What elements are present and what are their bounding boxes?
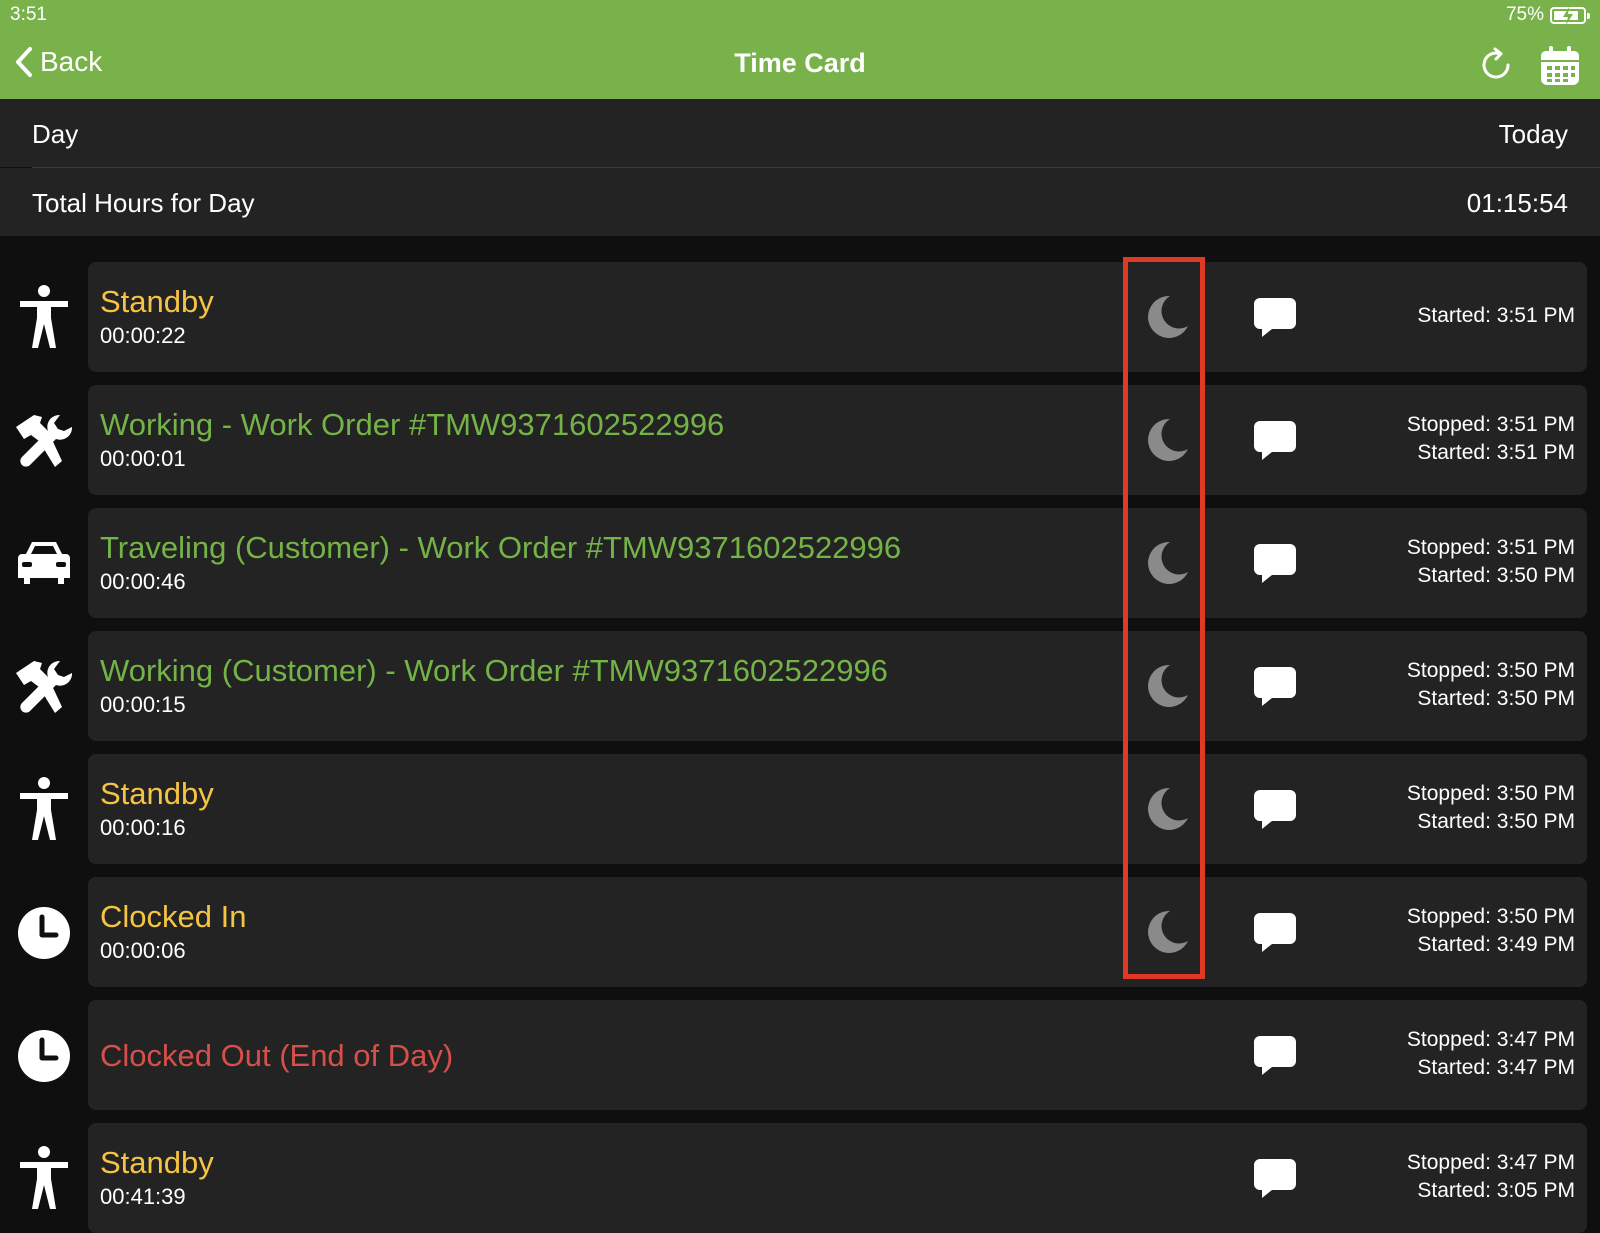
refresh-icon[interactable] <box>1476 45 1516 85</box>
entry-times: Stopped: 3:50 PM Started: 3:49 PM <box>1407 903 1575 959</box>
comment-icon[interactable] <box>1252 541 1298 585</box>
time-entry-card[interactable]: Working (Customer) - Work Order #TMW9371… <box>88 631 1587 741</box>
tools-icon <box>12 651 76 721</box>
entry-times: Started: 3:51 PM <box>1417 302 1575 330</box>
tools-icon <box>12 405 76 475</box>
entry-stopped: Stopped: 3:50 PM <box>1406 905 1575 928</box>
entry-started: Started: 3:51 PM <box>1417 441 1575 464</box>
standby-person-icon <box>12 282 76 352</box>
entry-duration: 00:00:16 <box>100 815 186 840</box>
comment-icon[interactable] <box>1252 1033 1298 1077</box>
entry-duration: 00:00:01 <box>100 446 186 471</box>
entry-times: Stopped: 3:51 PM Started: 3:51 PM <box>1407 411 1575 467</box>
car-icon <box>12 528 76 598</box>
comment-icon[interactable] <box>1252 787 1298 831</box>
comment-icon[interactable] <box>1252 1156 1298 1200</box>
time-entry-card[interactable]: Traveling (Customer) - Work Order #TMW93… <box>88 508 1587 618</box>
status-battery: 75% <box>1505 4 1590 26</box>
time-entry-card[interactable]: Working - Work Order #TMW9371602522996 00… <box>88 385 1587 495</box>
moon-icon[interactable] <box>1144 417 1190 463</box>
entry-name: Standby <box>100 776 214 811</box>
entry-stopped: Stopped: 3:50 PM <box>1406 782 1575 805</box>
day-row[interactable]: Day Today <box>0 99 1600 167</box>
entry-stopped: Stopped: 3:51 PM <box>1406 536 1575 559</box>
standby-person-icon <box>12 1143 76 1213</box>
entry-duration: 00:00:22 <box>100 323 186 348</box>
entry-started: Started: 3:47 PM <box>1417 1056 1575 1079</box>
entry-name: Traveling (Customer) - Work Order #TMW93… <box>100 530 902 565</box>
moon-icon[interactable] <box>1144 294 1190 340</box>
entry-duration: 00:41:39 <box>100 1184 186 1209</box>
entry-duration: 00:00:46 <box>100 569 186 594</box>
battery-percent: 75% <box>1505 4 1544 25</box>
entry-times: Stopped: 3:50 PM Started: 3:50 PM <box>1407 780 1575 836</box>
entry-name: Clocked In <box>100 899 247 934</box>
entry-stopped: Stopped: 3:50 PM <box>1406 659 1575 682</box>
moon-icon[interactable] <box>1144 540 1190 586</box>
total-hours-label: Total Hours for Day <box>32 188 255 218</box>
day-value: Today <box>1498 119 1568 149</box>
time-entry-card[interactable]: Standby 00:41:39 Stopped: 3:47 PM Started… <box>88 1123 1587 1233</box>
battery-icon <box>1550 6 1590 25</box>
calendar-icon[interactable] <box>1538 44 1582 88</box>
entry-started: Started: 3:50 PM <box>1417 564 1575 587</box>
entry-stopped: Stopped: 3:51 PM <box>1406 413 1575 436</box>
entry-started: Started: 3:05 PM <box>1417 1179 1575 1202</box>
total-hours-value: 01:15:54 <box>1466 188 1568 218</box>
time-entry-card[interactable]: Clocked Out (End of Day) Stopped: 3:47 P… <box>88 1000 1587 1110</box>
entry-times: Stopped: 3:47 PM Started: 3:47 PM <box>1407 1026 1575 1082</box>
entry-times: Stopped: 3:47 PM Started: 3:05 PM <box>1407 1149 1575 1205</box>
moon-icon[interactable] <box>1144 909 1190 955</box>
entry-stopped: Stopped: 3:47 PM <box>1406 1151 1575 1174</box>
entry-started: Started: 3:50 PM <box>1417 810 1575 833</box>
time-entry-card[interactable]: Standby 00:00:22 Started: 3:51 PM <box>88 262 1587 372</box>
entry-times: Stopped: 3:50 PM Started: 3:50 PM <box>1407 657 1575 713</box>
moon-icon[interactable] <box>1144 786 1190 832</box>
entry-started: Started: 3:49 PM <box>1417 933 1575 956</box>
status-time: 3:51 <box>10 4 47 25</box>
entry-duration: 00:00:15 <box>100 692 186 717</box>
day-label: Day <box>32 119 79 149</box>
entry-stopped: Stopped: 3:47 PM <box>1406 1028 1575 1051</box>
entry-name: Standby <box>100 284 214 319</box>
total-hours-row: Total Hours for Day 01:15:54 <box>0 168 1600 236</box>
page-title: Time Card <box>734 48 866 78</box>
entry-name: Clocked Out (End of Day) <box>100 1038 454 1073</box>
entry-started: Started: 3:51 PM <box>1417 304 1575 327</box>
clock-icon <box>12 897 76 967</box>
entry-duration: 00:00:06 <box>100 938 186 963</box>
entry-name: Working (Customer) - Work Order #TMW9371… <box>100 653 888 688</box>
clock-icon <box>12 1020 76 1090</box>
entry-name: Working - Work Order #TMW9371602522996 <box>100 407 725 442</box>
comment-icon[interactable] <box>1252 295 1298 339</box>
entry-started: Started: 3:50 PM <box>1417 687 1575 710</box>
comment-icon[interactable] <box>1252 664 1298 708</box>
standby-person-icon <box>12 774 76 844</box>
time-entry-card[interactable]: Clocked In 00:00:06 Stopped: 3:50 PM Star… <box>88 877 1587 987</box>
entry-name: Standby <box>100 1145 214 1180</box>
time-entry-card[interactable]: Standby 00:00:16 Stopped: 3:50 PM Started… <box>88 754 1587 864</box>
moon-icon[interactable] <box>1144 663 1190 709</box>
nav-header: 3:51 75% Back Time Card <box>0 0 1600 99</box>
comment-icon[interactable] <box>1252 418 1298 462</box>
comment-icon[interactable] <box>1252 910 1298 954</box>
entry-times: Stopped: 3:51 PM Started: 3:50 PM <box>1407 534 1575 590</box>
